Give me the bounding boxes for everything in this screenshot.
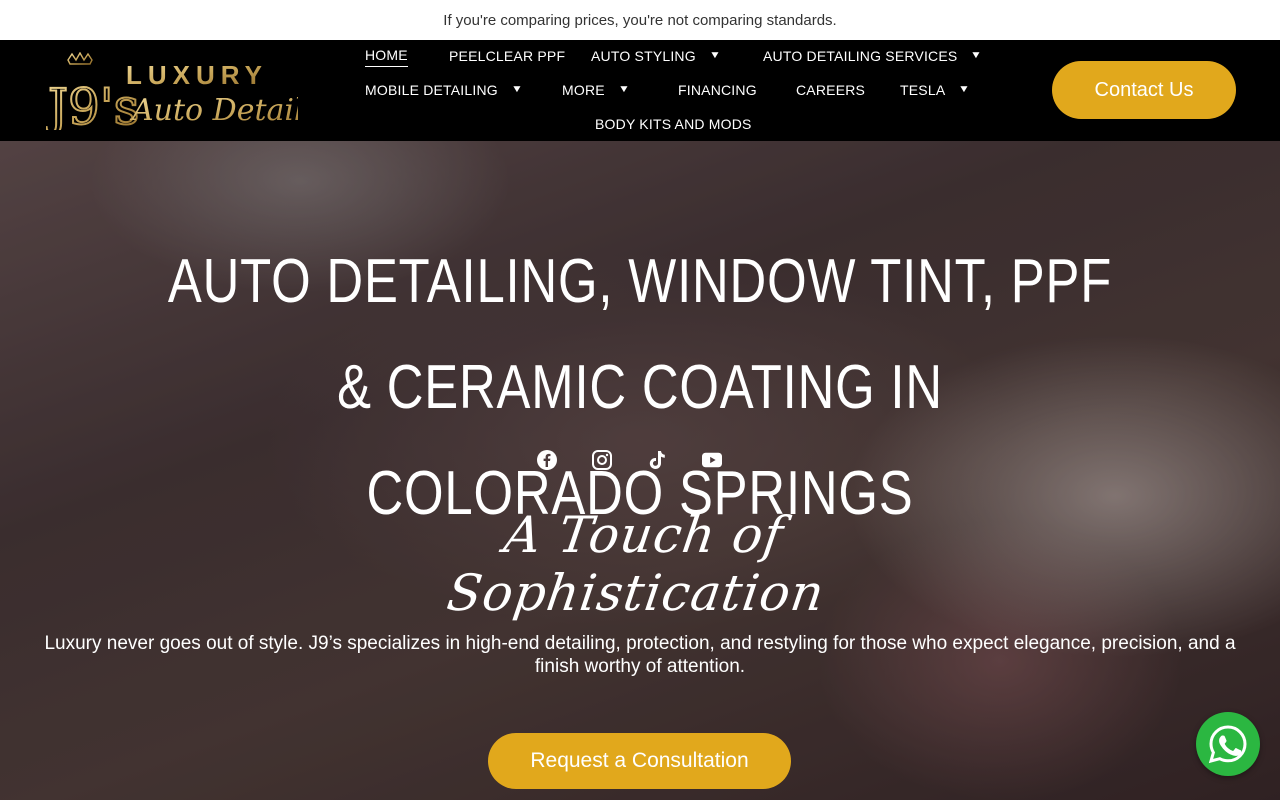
nav-peelclear-ppf-label: PEELCLEAR PPF [449, 48, 566, 64]
whatsapp-chat-button[interactable] [1196, 712, 1260, 776]
nav-body-kits-and-mods[interactable]: BODY KITS AND MODS [595, 114, 752, 134]
nav-auto-detailing-services[interactable]: AUTO DETAILING SERVICES ▼ [763, 46, 982, 66]
site-header: J9's LUXURY Auto Detailing HOME PEELCLEA… [0, 40, 1280, 141]
hero-section: Auto Detailing, Window Tint, PPF & Ceram… [0, 141, 1280, 800]
whatsapp-icon [1208, 725, 1247, 764]
nav-body-kits-and-mods-label: BODY KITS AND MODS [595, 116, 752, 132]
nav-mobile-detailing-label: MOBILE DETAILING [365, 82, 498, 98]
chevron-down-icon: ▼ [958, 84, 971, 95]
nav-home-label: HOME [365, 45, 408, 67]
nav-home[interactable]: HOME [365, 45, 408, 67]
hero-title: Auto Detailing, Window Tint, PPF & Ceram… [148, 229, 1132, 547]
chevron-down-icon: ▼ [970, 50, 983, 61]
instagram-icon[interactable] [592, 448, 612, 472]
nav-tesla-label: TESLA [900, 82, 946, 98]
youtube-icon[interactable] [702, 448, 722, 472]
nav-mobile-detailing[interactable]: MOBILE DETAILING ▼ [365, 80, 523, 100]
nav-auto-styling-label: AUTO STYLING [591, 48, 696, 64]
nav-tesla[interactable]: TESLA ▼ [900, 80, 971, 100]
nav-careers-label: CAREERS [796, 82, 866, 98]
nav-peelclear-ppf[interactable]: PEELCLEAR PPF [449, 46, 565, 66]
nav-more[interactable]: MORE ▼ [562, 80, 630, 100]
chevron-down-icon: ▼ [708, 50, 721, 61]
nav-financing-label: FINANCING [678, 82, 757, 98]
request-consultation-button[interactable]: Request a Consultation [488, 733, 791, 789]
chevron-down-icon: ▼ [617, 84, 630, 95]
announcement-bar: If you're comparing prices, you're not c… [0, 0, 1280, 40]
chevron-down-icon: ▼ [510, 84, 523, 95]
contact-us-button[interactable]: Contact Us [1052, 61, 1236, 119]
nav-careers[interactable]: CAREERS [796, 80, 865, 100]
hero-title-line-1: Auto Detailing, Window Tint, PPF & Ceram… [167, 247, 1113, 422]
nav-financing[interactable]: FINANCING [678, 80, 757, 100]
social-links [537, 448, 747, 472]
nav-auto-styling[interactable]: AUTO STYLING ▼ [591, 46, 721, 66]
hero-tagline: A Touch of Sophistication [443, 506, 829, 622]
announcement-text: If you're comparing prices, you're not c… [443, 11, 837, 29]
hero-description: Luxury never goes out of style. J9’s spe… [44, 633, 1236, 677]
nav-more-label: MORE [562, 82, 605, 98]
tiktok-icon[interactable] [647, 448, 667, 472]
nav-auto-detailing-services-label: AUTO DETAILING SERVICES [763, 48, 958, 64]
facebook-icon[interactable] [537, 448, 557, 472]
